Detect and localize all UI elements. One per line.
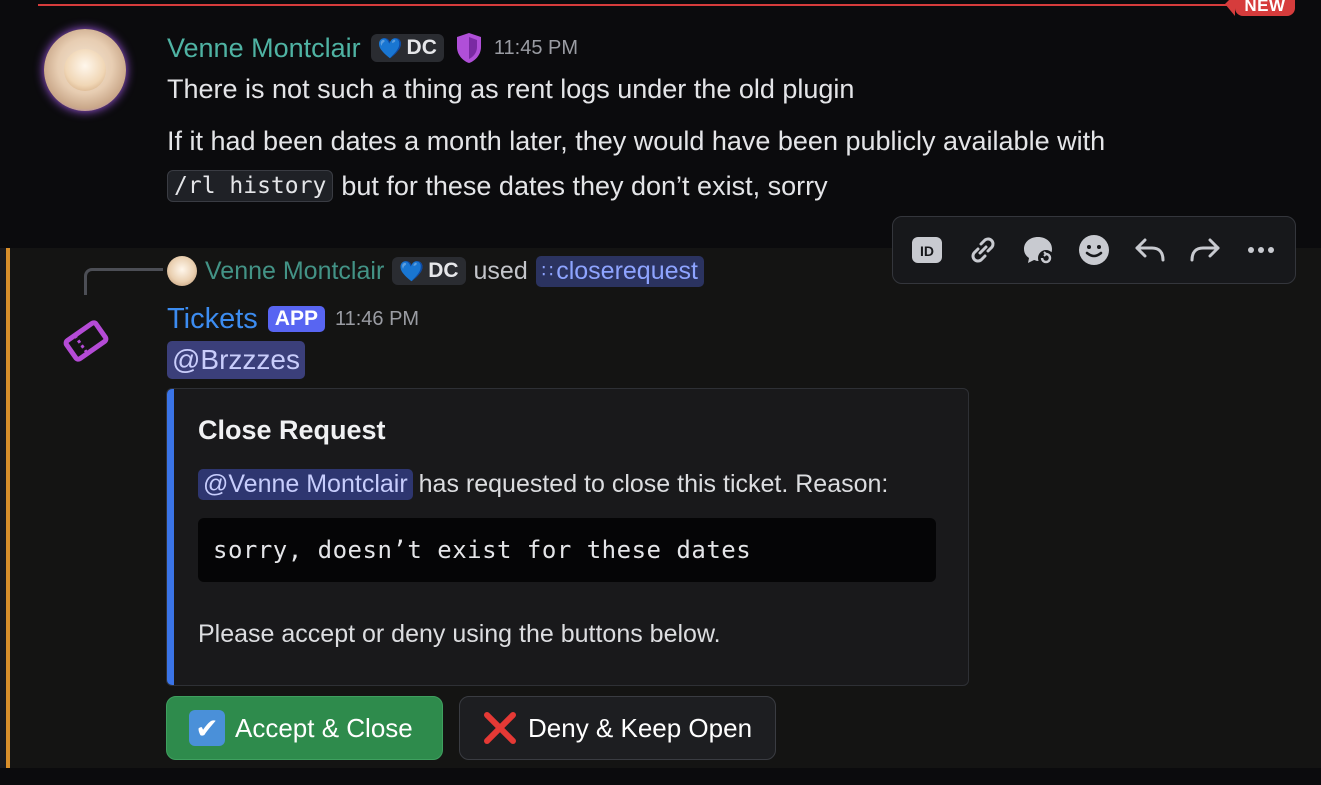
embed-footer-text: Please accept or deny using the buttons … (198, 620, 721, 648)
message-timestamp: 11:45 PM (493, 36, 578, 59)
embed-description: @Venne Montclair has requested to close … (198, 469, 888, 500)
highlight-bar (6, 248, 10, 768)
server-tag[interactable]: 💙 DC (392, 257, 466, 285)
command-icon: ∷ (541, 260, 554, 281)
accept-close-label: Accept & Close (235, 712, 413, 743)
shield-icon (456, 33, 481, 63)
server-tag-label: DC (406, 36, 437, 59)
forward-button[interactable] (1184, 229, 1226, 271)
reply-button[interactable] (1129, 229, 1171, 271)
ticket-icon[interactable] (60, 318, 112, 364)
embed-description-text: has requested to close this ticket. Reas… (418, 470, 889, 498)
cross-mark-icon (484, 712, 516, 744)
new-badge: NEW (1225, 0, 1295, 16)
reason-code-block: sorry, doesn’t exist for these dates (198, 518, 936, 582)
copy-id-button[interactable]: ID (906, 229, 948, 271)
new-messages-divider (38, 4, 1270, 6)
more-options-button[interactable] (1240, 229, 1282, 271)
bot-header: Tickets APP 11:46 PM (167, 299, 419, 339)
accept-close-button[interactable]: ✔ Accept & Close (166, 696, 443, 760)
used-label: used (473, 256, 528, 285)
message-text-line: If it had been dates a month later, they… (167, 126, 1106, 156)
reply-avatar[interactable] (167, 256, 197, 286)
add-reaction-button[interactable] (1073, 229, 1115, 271)
svg-text:ID: ID (920, 243, 934, 259)
close-request-embed: Close Request @Venne Montclair has reque… (166, 388, 969, 686)
command-name: closerequest (556, 256, 698, 285)
create-thread-button[interactable] (1017, 229, 1059, 271)
checkmark-icon: ✔ (189, 710, 225, 746)
message-previous: Venne Montclair 💙 DC 11:45 PM There is n… (0, 0, 1321, 248)
heart-icon: 💙 (399, 260, 425, 283)
app-badge: APP (267, 306, 325, 332)
command-chip[interactable]: ∷ closerequest (535, 255, 704, 287)
author-name[interactable]: Venne Montclair (167, 33, 361, 64)
server-tag-label: DC (428, 259, 459, 282)
copy-link-button[interactable] (962, 229, 1004, 271)
reply-connector (84, 268, 163, 295)
command-reply-header: Venne Montclair 💙 DC used ∷ closerequest (167, 254, 704, 288)
id-icon: ID (911, 237, 942, 263)
deny-keep-open-label: Deny & Keep Open (528, 712, 753, 743)
link-icon (971, 237, 995, 263)
embed-title: Close Request (198, 415, 386, 445)
message-text-line: There is not such a thing as rent logs u… (167, 74, 855, 104)
user-mention[interactable]: @Venne Montclair (198, 469, 413, 500)
emoji-icon (1078, 235, 1109, 265)
message-text-line: /rl history but for these dates they don… (167, 170, 828, 202)
reply-icon (1135, 238, 1165, 262)
message-timestamp: 11:46 PM (334, 307, 420, 330)
bot-name[interactable]: Tickets (167, 303, 258, 336)
author-avatar[interactable] (44, 29, 126, 111)
message-text-rest: but for these dates they don’t exist, so… (341, 170, 828, 201)
inline-code: /rl history (167, 170, 334, 202)
server-tag[interactable]: 💙 DC (370, 34, 444, 62)
reply-author-name[interactable]: Venne Montclair (205, 257, 384, 286)
more-icon (1248, 247, 1275, 253)
forward-icon (1190, 238, 1220, 262)
embed-accent-bar (167, 389, 174, 685)
deny-keep-open-button[interactable]: Deny & Keep Open (459, 696, 776, 760)
heart-icon: 💙 (377, 37, 403, 60)
bottom-strip (0, 768, 1321, 785)
message-header: Venne Montclair 💙 DC 11:45 PM (167, 28, 578, 68)
message-actions-toolbar: ID (892, 216, 1296, 284)
mention-line: @Brzzzes (167, 341, 305, 379)
user-mention[interactable]: @Brzzzes (167, 341, 305, 379)
thread-reply-icon (1024, 237, 1055, 266)
